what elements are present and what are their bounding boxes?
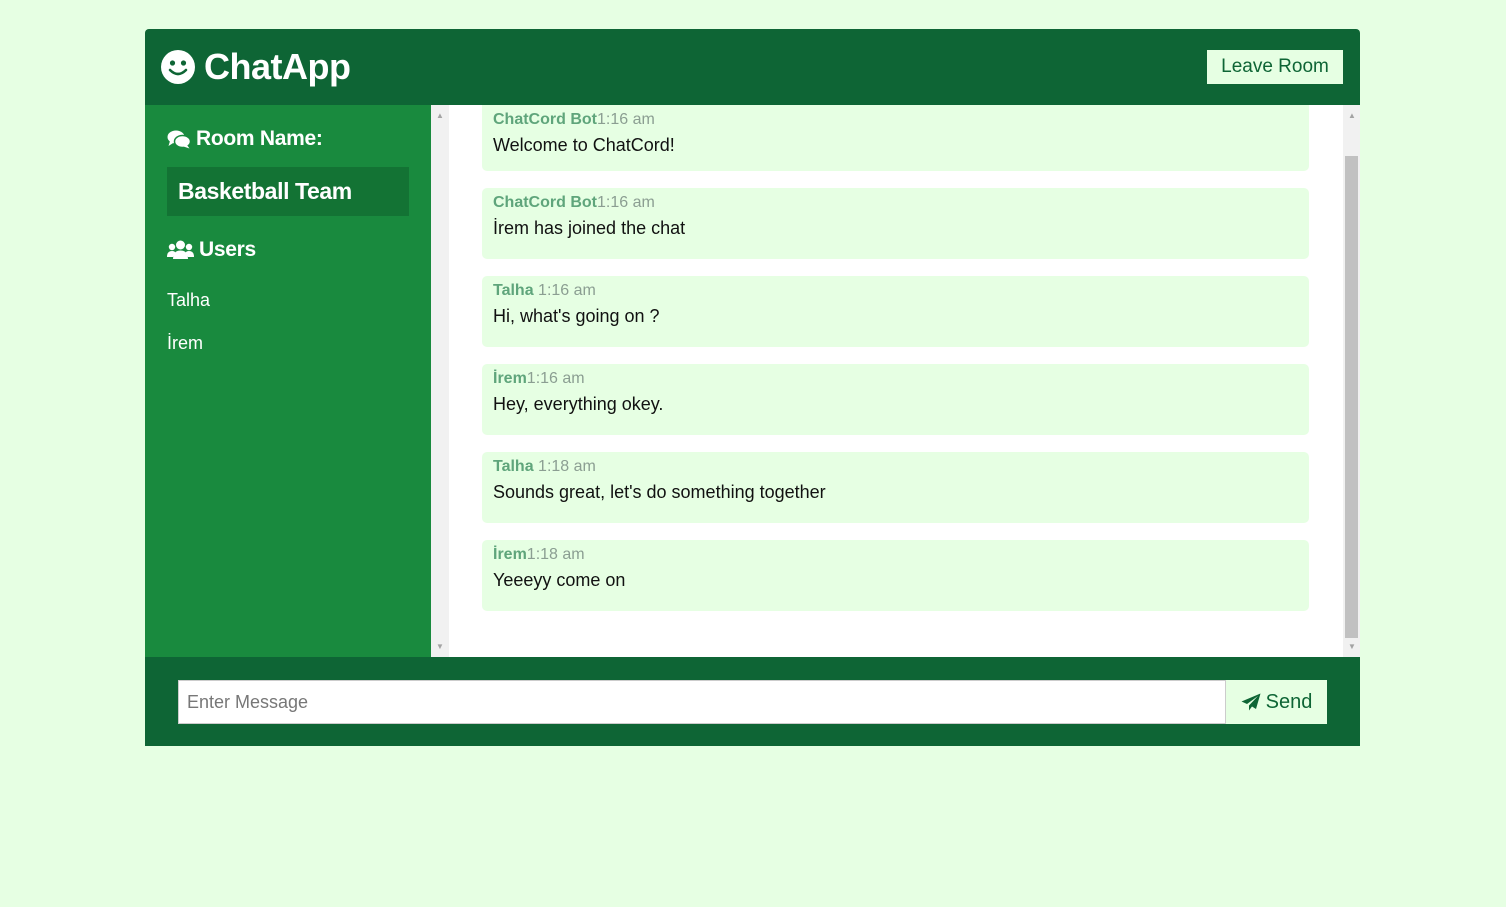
message-composer: Send [145,657,1360,746]
header: ChatApp Leave Room [145,29,1360,105]
message-time: 1:16 am [596,194,655,211]
message-author: Talha [493,458,539,475]
message: ChatCord Bot1:16 am İrem has joined the … [482,188,1309,259]
leave-room-button[interactable]: Leave Room [1207,50,1343,84]
scroll-down-arrow-icon[interactable]: ▼ [1343,638,1360,655]
message-author: ChatCord Bot [493,111,597,128]
smile-icon [161,50,195,84]
comments-icon [167,130,191,149]
room-name: Basketball Team [167,167,409,216]
room-heading: Room Name: [167,127,409,151]
user-list: Talha İrem [167,289,409,375]
message-time: 1:16 am [596,111,655,128]
message-author: İrem [493,370,527,387]
send-button[interactable]: Send [1226,680,1327,724]
message-author: ChatCord Bot [493,194,597,211]
message-text: Welcome to ChatCord! [493,135,675,155]
message-time: 1:18 am [538,458,596,475]
send-label: Send [1265,690,1313,713]
sidebar: Room Name: Basketball Team Users Talha İ… [145,105,431,657]
message-time: 1:18 am [526,546,585,563]
message-input[interactable] [178,680,1226,724]
message: Talha 1:18 am Sounds great, let's do som… [482,452,1309,523]
scroll-up-arrow-icon[interactable]: ▲ [1343,107,1360,124]
message: İrem1:16 am Hey, everything okey. [482,364,1309,435]
message-author: Talha [493,282,539,299]
message-text: Hi, what's going on ? [493,306,660,326]
messages-scrollbar[interactable]: ▲ ▼ [1343,105,1360,657]
message-author: İrem [493,546,527,563]
scrollbar-thumb[interactable] [1345,156,1358,638]
brand: ChatApp [161,46,351,88]
chat-app: ChatApp Leave Room Room Name: Basketball… [145,29,1360,746]
user-item: Talha [167,290,211,310]
message-text: Hey, everything okey. [493,394,664,414]
scroll-up-arrow-icon[interactable]: ▲ [431,107,449,124]
message-text: Sounds great, let's do something togethe… [493,482,826,502]
app-title: ChatApp [204,46,351,87]
scroll-down-arrow-icon[interactable]: ▼ [431,638,449,655]
message-text: İrem has joined the chat [493,218,686,238]
users-icon [167,240,194,259]
chat-messages: ChatCord Bot1:16 am Welcome to ChatCord!… [449,105,1343,657]
message: Talha 1:16 am Hi, what's going on ? [482,276,1309,347]
room-heading-label: Room Name: [196,127,323,150]
paper-plane-icon [1241,693,1261,711]
message: ChatCord Bot1:16 am Welcome to ChatCord! [482,105,1309,171]
sidebar-scrollbar[interactable]: ▲ ▼ [431,105,449,657]
users-heading-label: Users [199,238,256,261]
message-time: 1:16 am [526,370,585,387]
message: İrem1:18 am Yeeeyy come on [482,540,1309,611]
main-area: Room Name: Basketball Team Users Talha İ… [145,105,1360,657]
users-heading: Users [167,238,409,262]
message-time: 1:16 am [538,282,596,299]
user-item: İrem [167,333,203,353]
message-text: Yeeeyy come on [493,570,626,590]
